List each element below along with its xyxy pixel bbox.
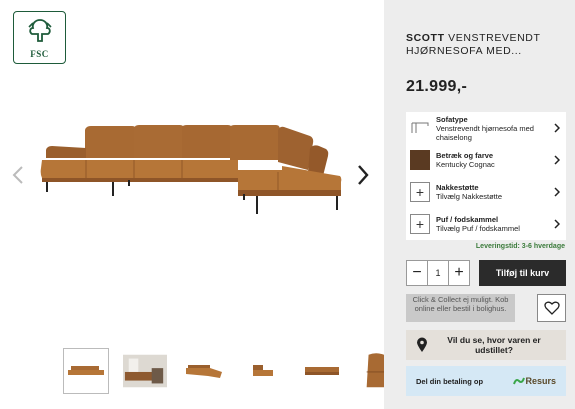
resurs-logo: Resurs — [513, 376, 556, 386]
thumbnail-strip — [63, 348, 404, 394]
option-title: Nakkestøtte — [436, 183, 479, 192]
product-gallery: FSC — [0, 0, 403, 409]
plus-icon: + — [410, 214, 430, 234]
map-pin-icon — [417, 337, 427, 352]
option-footstool[interactable]: + Puf / fodskammel Tilvælg Puf / fodskam… — [406, 208, 566, 240]
option-value: Tilvælg Puf / fodskammel — [436, 224, 520, 233]
thumbnail-4[interactable] — [240, 348, 286, 394]
chevron-right-icon — [554, 155, 560, 165]
option-title: Puf / fodskammel — [436, 215, 499, 224]
product-options: Sofatype Venstrevendt hjørnesofa med cha… — [406, 112, 566, 240]
option-value: Venstrevendt hjørnesofa med chaiselong — [436, 123, 534, 142]
financing-provider: Resurs — [525, 376, 556, 386]
heart-icon — [543, 301, 560, 315]
thumbnail-1[interactable] — [63, 348, 109, 394]
fsc-label: FSC — [30, 49, 49, 59]
quantity-value[interactable]: 1 — [427, 261, 449, 285]
thumbnail-sofa-back — [305, 367, 339, 375]
option-headrest[interactable]: + Nakkestøtte Tilvælg Nakkestøtte — [406, 176, 566, 208]
fsc-logo: FSC — [13, 11, 66, 64]
product-price: 21.999,- — [406, 78, 468, 95]
thumbnail-2[interactable] — [122, 348, 168, 394]
thumbnail-sofa-side — [253, 365, 273, 376]
product-info-panel: SCOTT VENSTREVENDT HJØRNESOFA MED... 21.… — [384, 0, 575, 409]
option-color[interactable]: Betræk og farve Kentucky Cognac — [406, 144, 566, 176]
chevron-right-icon — [358, 165, 369, 185]
chevron-right-icon — [554, 219, 560, 229]
store-availability-label: Vil du se, hvor varen er udstillet? — [447, 335, 541, 355]
financing-label: Del din betaling op — [416, 376, 484, 386]
wishlist-button[interactable] — [537, 294, 566, 322]
option-value: Kentucky Cognac — [436, 160, 495, 169]
chevron-left-icon — [12, 166, 23, 184]
financing-banner[interactable]: Del din betaling op Resurs — [406, 366, 566, 396]
quantity-stepper: − 1 + — [406, 260, 470, 286]
next-image-button[interactable] — [353, 160, 373, 190]
option-title: Sofatype — [436, 114, 468, 124]
option-sofatype[interactable]: Sofatype Venstrevendt hjørnesofa med cha… — [406, 112, 566, 144]
increase-quantity-button[interactable]: + — [449, 261, 469, 285]
chevron-right-icon — [554, 123, 560, 133]
fsc-tree-icon — [28, 19, 52, 42]
decrease-quantity-button[interactable]: − — [407, 261, 427, 285]
thumbnail-sofa-top — [186, 365, 222, 378]
click-collect-notice: Click & Collect ej muligt. Kob online el… — [406, 294, 515, 322]
product-image-sofa — [40, 125, 342, 214]
add-to-cart-button[interactable]: Tilføj til kurv — [479, 260, 566, 286]
product-brand: SCOTT — [406, 32, 445, 44]
store-availability-button[interactable]: Vil du se, hvor varen er udstillet? — [406, 330, 566, 360]
plus-icon: + — [410, 182, 430, 202]
thumbnail-sofa-front — [68, 366, 104, 375]
resurs-mark-icon — [513, 377, 526, 385]
thumbnail-5[interactable] — [299, 348, 345, 394]
option-value: Tilvælg Nakkestøtte — [436, 192, 502, 201]
previous-image-button[interactable] — [8, 160, 28, 190]
color-swatch — [410, 150, 430, 170]
option-title: Betræk og farve — [436, 151, 494, 160]
thumbnail-3[interactable] — [181, 348, 227, 394]
sofa-outline-icon — [410, 118, 430, 138]
thumbnail-room-scene — [123, 354, 167, 388]
chevron-right-icon — [554, 187, 560, 197]
delivery-time: Leveringstid: 3-6 hverdage — [475, 243, 565, 250]
product-title: SCOTT VENSTREVENDT HJØRNESOFA MED... — [406, 32, 566, 58]
